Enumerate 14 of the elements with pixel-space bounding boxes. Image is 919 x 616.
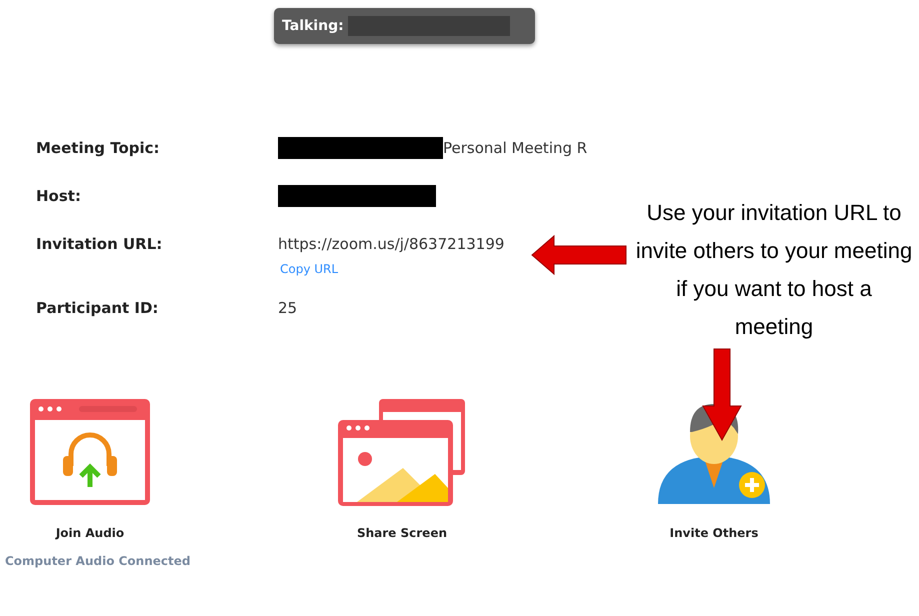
field-label: Meeting Topic: [36,138,161,159]
field-value: https://zoom.us/j/8637213199 [278,234,504,255]
audio-status-text: Computer Audio Connected [5,553,192,570]
talking-label: Talking: [282,16,344,36]
action-label: Invite Others [670,525,758,542]
field-value: 25 [278,298,298,319]
action-label: Share Screen [356,525,447,542]
field-label: Participant ID: [36,298,160,319]
action-label: Join Audio [56,525,124,542]
field-label: Host: [36,186,82,207]
copy-url-link[interactable]: Copy URL [280,262,338,276]
annotation-text: Use your invitation URL to invite others to your meeting if you want to host a meeting [634,199,914,341]
field-value: Personal Meeting R [443,138,588,159]
field-label: Invitation URL: [36,234,164,255]
